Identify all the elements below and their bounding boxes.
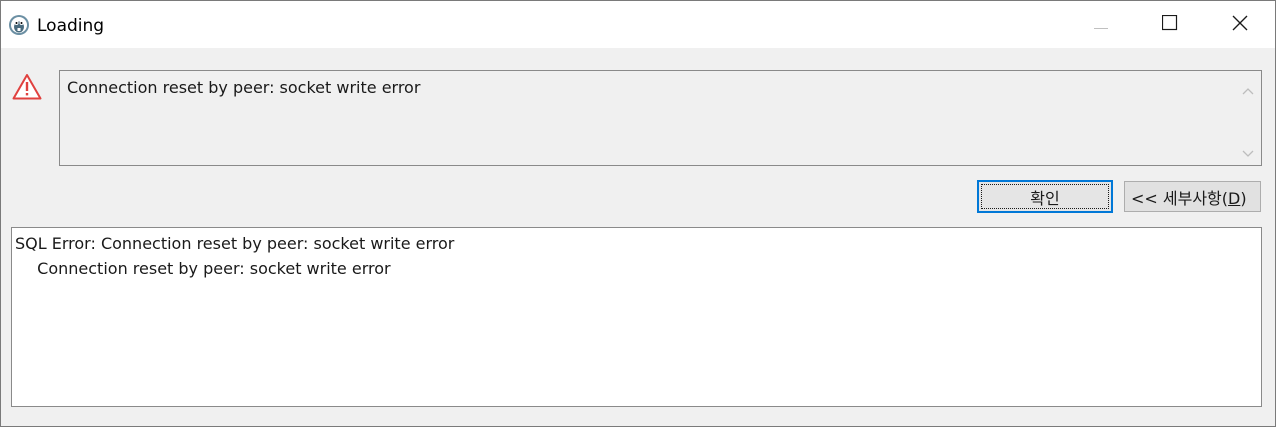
title-bar[interactable]: Loading bbox=[1, 1, 1275, 48]
maximize-icon bbox=[1161, 14, 1178, 35]
minimize-button[interactable] bbox=[1066, 1, 1136, 48]
dbeaver-beaver-icon bbox=[8, 14, 30, 36]
error-message-text: Connection reset by peer: socket write e… bbox=[67, 78, 421, 97]
detail-line: SQL Error: Connection reset by peer: soc… bbox=[15, 234, 455, 253]
minimize-icon bbox=[1094, 15, 1108, 34]
close-icon bbox=[1232, 15, 1248, 35]
maximize-button[interactable] bbox=[1135, 1, 1205, 48]
error-message-box[interactable]: Connection reset by peer: socket write e… bbox=[59, 70, 1262, 166]
close-button[interactable] bbox=[1205, 1, 1275, 48]
ok-button[interactable]: 확인 bbox=[977, 180, 1113, 213]
error-details-box[interactable]: SQL Error: Connection reset by peer: soc… bbox=[11, 227, 1262, 407]
error-dialog: Loading Connection reset by peer: socket… bbox=[0, 0, 1276, 427]
ok-button-label: 확인 bbox=[1030, 188, 1060, 208]
details-button[interactable]: << 세부사항(D) bbox=[1124, 181, 1261, 212]
scroll-down-icon[interactable] bbox=[1242, 143, 1254, 162]
detail-line: Connection reset by peer: socket write e… bbox=[27, 259, 391, 278]
details-button-label: << 세부사항(D) bbox=[1131, 188, 1247, 208]
warning-triangle-icon bbox=[12, 73, 42, 100]
scroll-up-icon[interactable] bbox=[1242, 80, 1254, 99]
window-title: Loading bbox=[37, 16, 105, 36]
message-scrollbar[interactable] bbox=[1235, 71, 1261, 165]
